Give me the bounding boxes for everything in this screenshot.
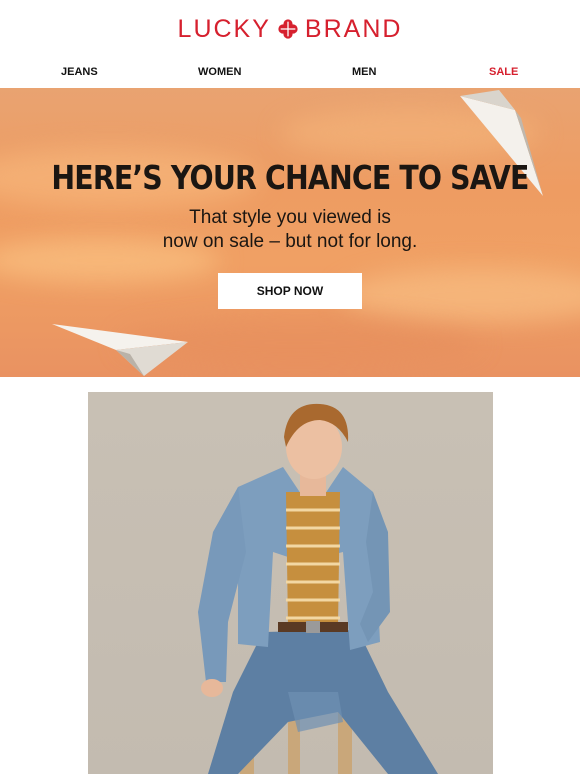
nav-item-women[interactable]: WOMEN <box>198 66 241 78</box>
hero-subtitle: That style you viewed is now on sale – b… <box>0 206 580 254</box>
brand-logo[interactable]: LUCKY BRAND <box>0 0 580 58</box>
nav-item-sale[interactable]: SALE <box>489 66 518 78</box>
hero-subtitle-line-1: That style you viewed is <box>189 207 391 228</box>
main-nav: JEANS WOMEN MEN SALE <box>0 62 580 84</box>
shop-now-button[interactable]: SHOP NOW <box>218 273 362 309</box>
nav-item-jeans[interactable]: JEANS <box>61 66 98 78</box>
logo-word-brand: BRAND <box>304 14 403 43</box>
hero-subtitle-line-2: now on sale – but not for long. <box>162 231 418 252</box>
product-photo[interactable] <box>88 392 493 774</box>
nav-item-men[interactable]: MEN <box>352 66 376 78</box>
sky-cloud <box>340 268 580 323</box>
model-figure-image <box>198 403 438 774</box>
paper-plane-icon <box>52 324 188 376</box>
hero-banner[interactable]: HERE’S YOUR CHANCE TO SAVE That style yo… <box>0 88 580 377</box>
clover-icon <box>278 19 298 39</box>
logo-word-lucky: LUCKY <box>177 14 271 43</box>
hero-title: HERE’S YOUR CHANCE TO SAVE <box>51 158 529 197</box>
